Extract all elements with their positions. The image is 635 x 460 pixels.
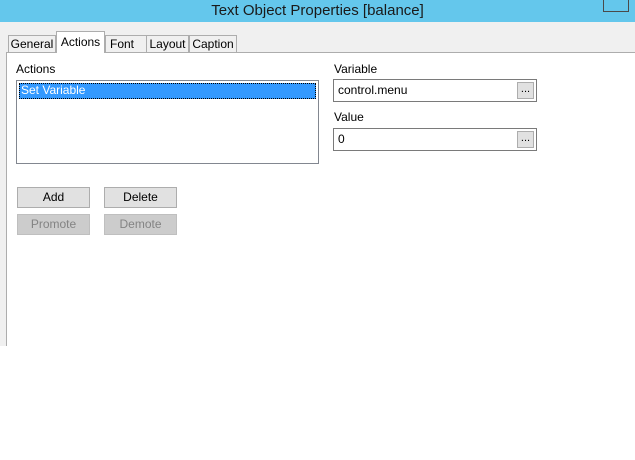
variable-field[interactable]: control.menu ... xyxy=(333,79,537,102)
value-label: Value xyxy=(334,110,364,124)
tab-caption[interactable]: Caption xyxy=(189,35,237,52)
list-item[interactable]: Set Variable xyxy=(19,83,316,99)
actions-listbox[interactable]: Set Variable xyxy=(16,80,319,164)
variable-browse-button[interactable]: ... xyxy=(517,82,534,99)
value-browse-button[interactable]: ... xyxy=(517,131,534,148)
value-field[interactable]: 0 ... xyxy=(333,128,537,151)
tab-actions[interactable]: Actions xyxy=(56,31,105,53)
delete-button[interactable]: Delete xyxy=(104,187,177,208)
close-button[interactable] xyxy=(603,0,629,12)
actions-label: Actions xyxy=(16,62,56,76)
variable-value: control.menu xyxy=(338,83,408,97)
tab-font[interactable]: Font xyxy=(105,35,147,52)
tab-layout[interactable]: Layout xyxy=(146,35,189,52)
variable-label: Variable xyxy=(334,62,378,76)
window-title: Text Object Properties [balance] xyxy=(211,2,424,19)
tab-strip: General Actions Font Layout Caption xyxy=(0,22,635,53)
promote-button[interactable]: Promote xyxy=(17,214,90,235)
tab-general[interactable]: General xyxy=(8,35,56,52)
value-value: 0 xyxy=(338,132,345,146)
add-button[interactable]: Add xyxy=(17,187,90,208)
demote-button[interactable]: Demote xyxy=(104,214,177,235)
